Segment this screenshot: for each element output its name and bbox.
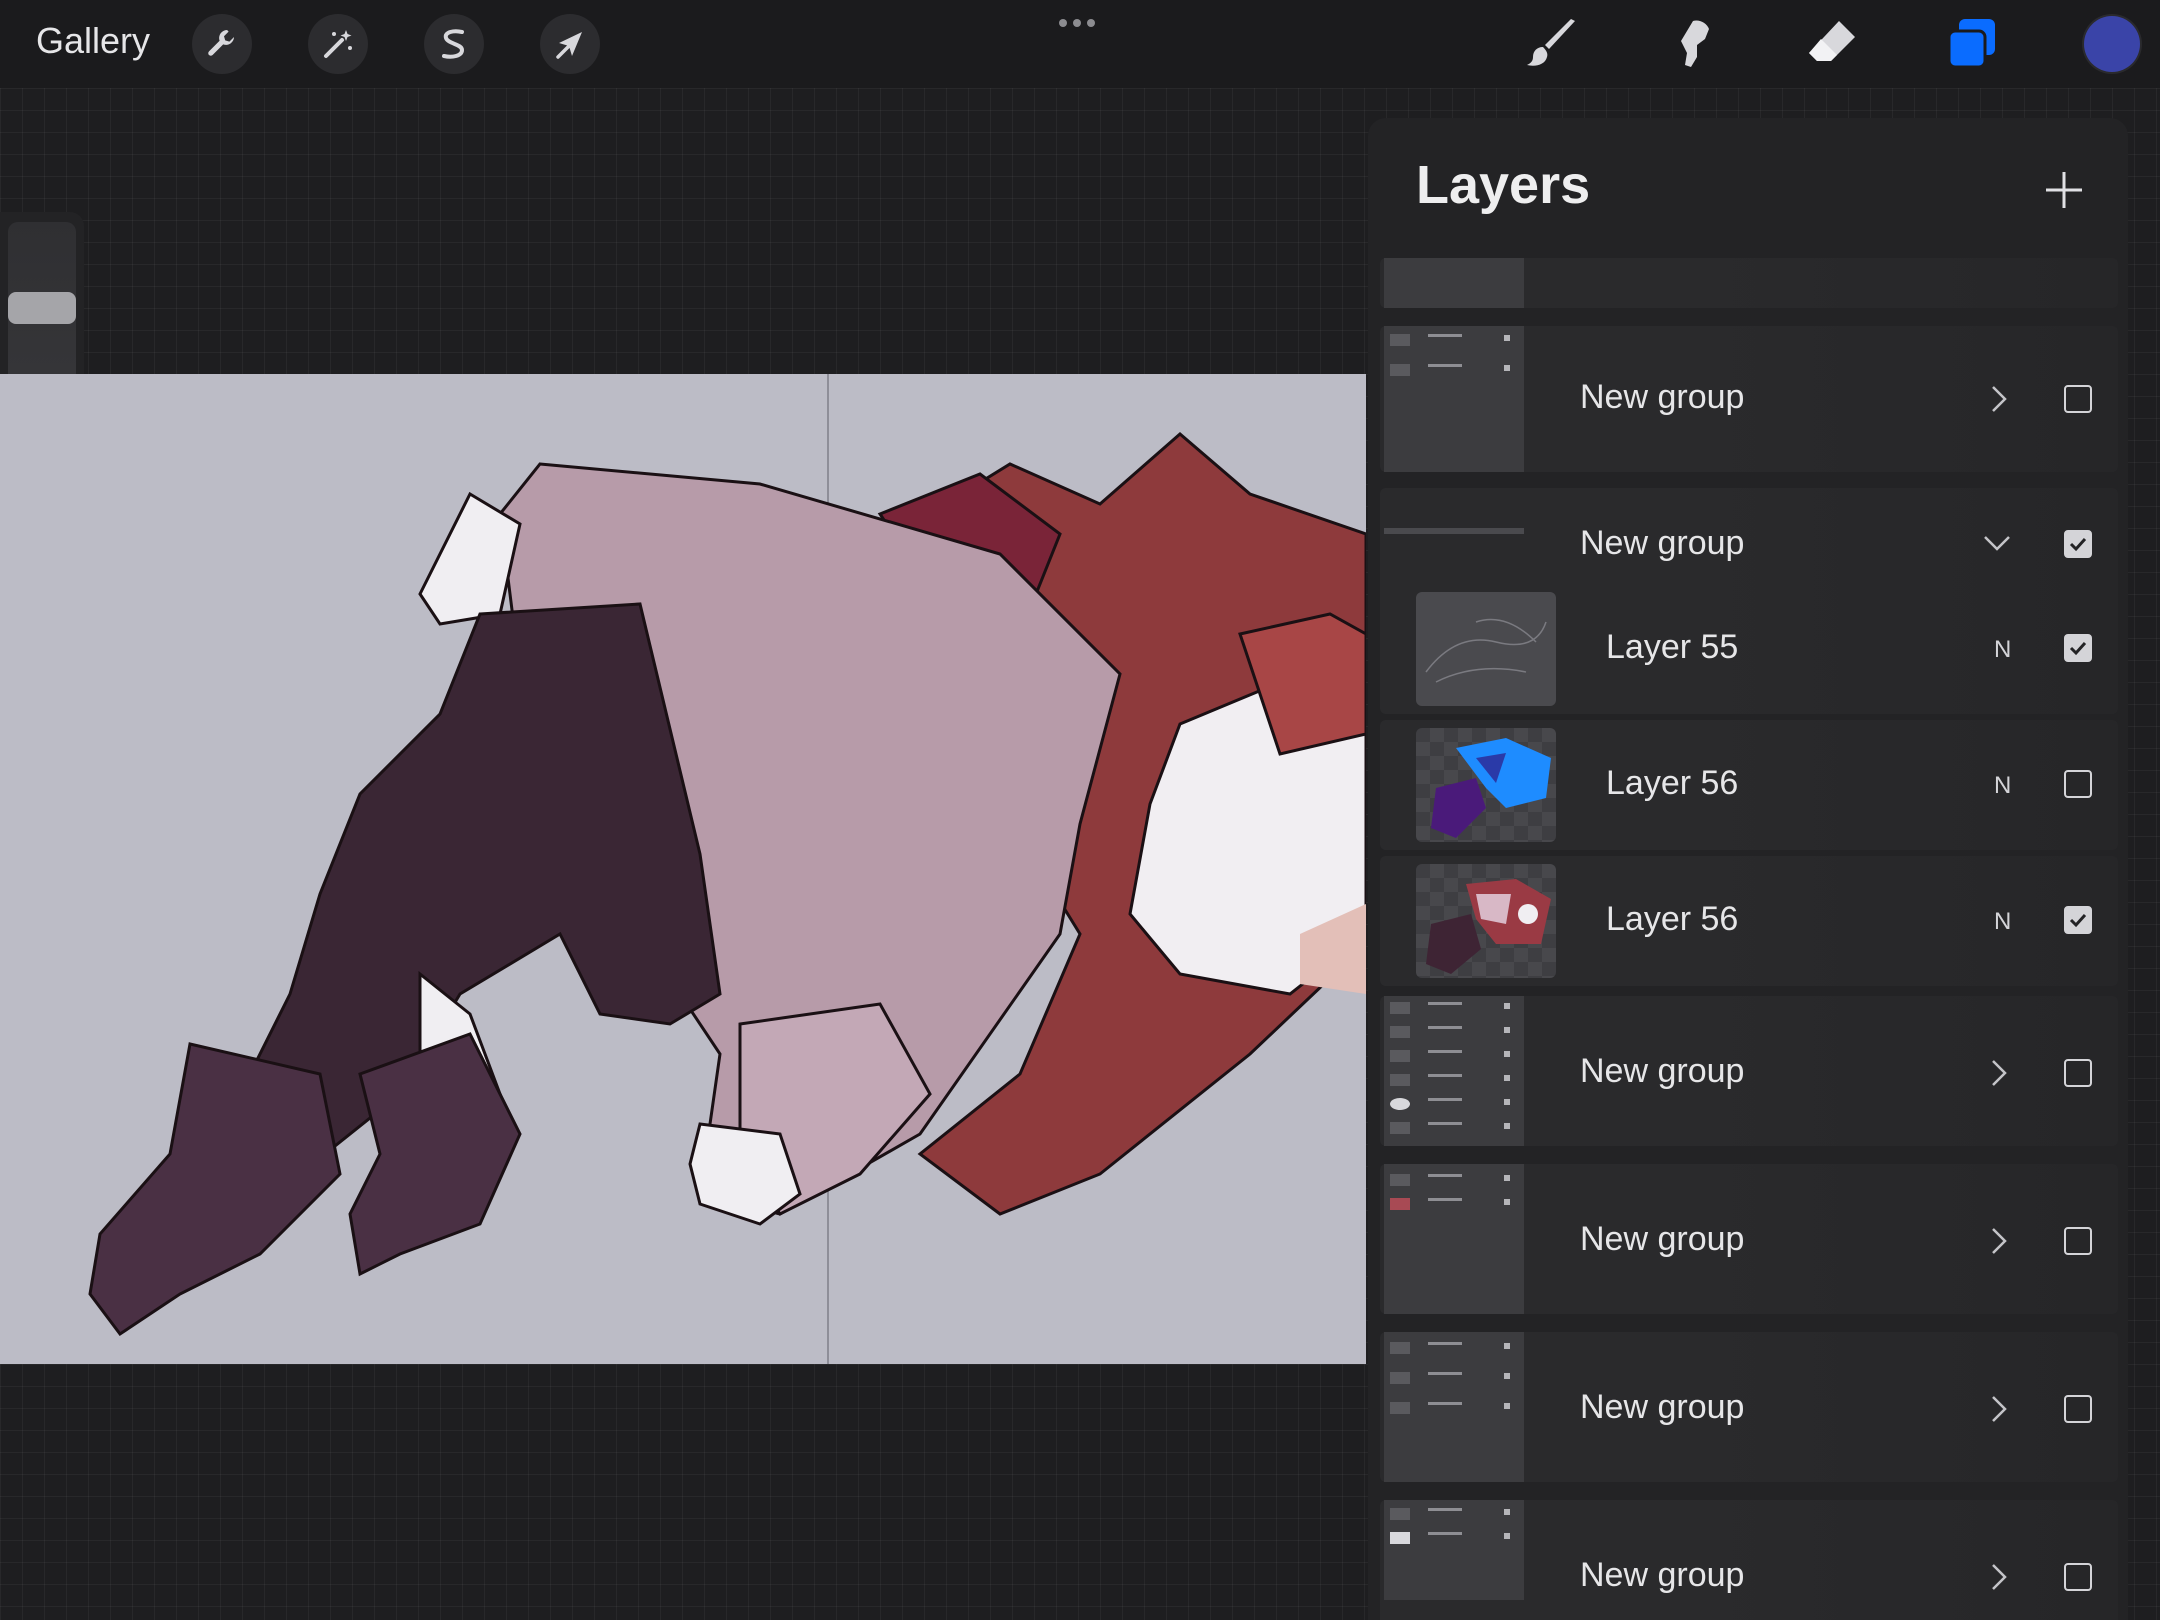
group-thumbnail <box>1384 258 1524 308</box>
group-thumbnail <box>1384 528 1524 534</box>
layer-row-partial[interactable] <box>1380 258 2118 308</box>
layer-row[interactable]: Layer 56 N <box>1380 856 2118 986</box>
checkmark-icon <box>2069 913 2087 928</box>
chevron-right-icon[interactable] <box>1984 1058 2014 1088</box>
selection-s-icon <box>442 29 465 59</box>
group-label: New group <box>1580 1220 1745 1258</box>
top-toolbar: Gallery <box>0 0 2160 88</box>
layer-group-row[interactable]: New group <box>1380 1500 2118 1620</box>
visibility-checkbox[interactable] <box>2064 1059 2092 1087</box>
drawing-canvas[interactable] <box>0 374 1366 1364</box>
layer-thumbnail <box>1416 728 1556 842</box>
layer-group-row[interactable]: New group <box>1380 996 2118 1146</box>
layer-row[interactable]: Layer 56 N <box>1380 720 2118 850</box>
group-label: New group <box>1580 1556 1745 1594</box>
group-label: New group <box>1580 1388 1745 1426</box>
gallery-button[interactable]: Gallery <box>36 20 150 62</box>
visibility-checkbox[interactable] <box>2064 906 2092 934</box>
layer-group-row[interactable]: New group <box>1380 1164 2118 1314</box>
layer-label: Layer 56 <box>1606 764 1739 802</box>
add-layer-icon[interactable] <box>2042 168 2086 212</box>
smudge-icon <box>1681 20 1709 67</box>
transform-button[interactable] <box>540 14 600 74</box>
visibility-checkbox[interactable] <box>2064 1395 2092 1423</box>
eraser-tool-button[interactable] <box>1800 12 1864 76</box>
visibility-checkbox[interactable] <box>2064 770 2092 798</box>
layer-group-row[interactable]: New group <box>1380 326 2118 472</box>
smudge-tool-button[interactable] <box>1660 12 1724 76</box>
artwork <box>88 374 1366 1364</box>
group-label: New group <box>1580 378 1745 416</box>
adjustments-button[interactable] <box>308 14 368 74</box>
layers-panel-title: Layers <box>1416 155 1591 215</box>
layer-thumbnail <box>1416 864 1556 978</box>
layer-label: Layer 56 <box>1606 900 1739 938</box>
layer-thumbnail <box>1416 592 1556 706</box>
magic-wand-icon <box>324 30 352 58</box>
color-picker-swatch[interactable] <box>2084 16 2140 72</box>
actions-button[interactable] <box>192 14 252 74</box>
layers-tool-button[interactable] <box>1940 12 2004 76</box>
layer-label: Layer 55 <box>1606 628 1739 666</box>
selection-button[interactable] <box>424 14 484 74</box>
group-label: New group <box>1580 1052 1745 1090</box>
group-thumbnail <box>1384 326 1524 472</box>
layer-row[interactable]: Layer 55 N <box>1380 584 2118 714</box>
transform-arrow-icon <box>556 32 582 59</box>
visibility-checkbox[interactable] <box>2064 1563 2092 1591</box>
layers-icon <box>1947 19 1995 69</box>
chevron-right-icon[interactable] <box>1984 1562 2014 1592</box>
brush-size-thumb[interactable] <box>8 292 76 324</box>
group-label: New group <box>1580 524 1745 562</box>
blend-mode[interactable]: N <box>1994 636 2011 664</box>
brush-icon <box>1527 19 1575 66</box>
chevron-right-icon[interactable] <box>1984 384 2014 414</box>
chevron-right-icon[interactable] <box>1984 1226 2014 1256</box>
layer-group-row[interactable]: New group <box>1380 1332 2118 1482</box>
eraser-icon <box>1809 21 1855 61</box>
visibility-checkbox[interactable] <box>2064 385 2092 413</box>
visibility-checkbox[interactable] <box>2064 1227 2092 1255</box>
visibility-checkbox[interactable] <box>2064 530 2092 558</box>
visibility-checkbox[interactable] <box>2064 634 2092 662</box>
more-options-handle[interactable] <box>1056 14 1098 32</box>
blend-mode[interactable]: N <box>1994 772 2011 800</box>
checkmark-icon <box>2069 641 2087 656</box>
chevron-down-icon[interactable] <box>1982 528 2012 558</box>
layers-panel: Layers New group New group Layer 55 N La… <box>1368 118 2128 1620</box>
group-thumbnail <box>1384 996 1524 1146</box>
chevron-right-icon[interactable] <box>1984 1394 2014 1424</box>
checkmark-icon <box>2069 537 2087 552</box>
wrench-icon <box>208 30 234 56</box>
brush-tool-button[interactable] <box>1520 12 1584 76</box>
group-thumbnail <box>1384 1500 1524 1600</box>
blend-mode[interactable]: N <box>1994 908 2011 936</box>
group-thumbnail <box>1384 1164 1524 1314</box>
group-thumbnail <box>1384 1332 1524 1482</box>
